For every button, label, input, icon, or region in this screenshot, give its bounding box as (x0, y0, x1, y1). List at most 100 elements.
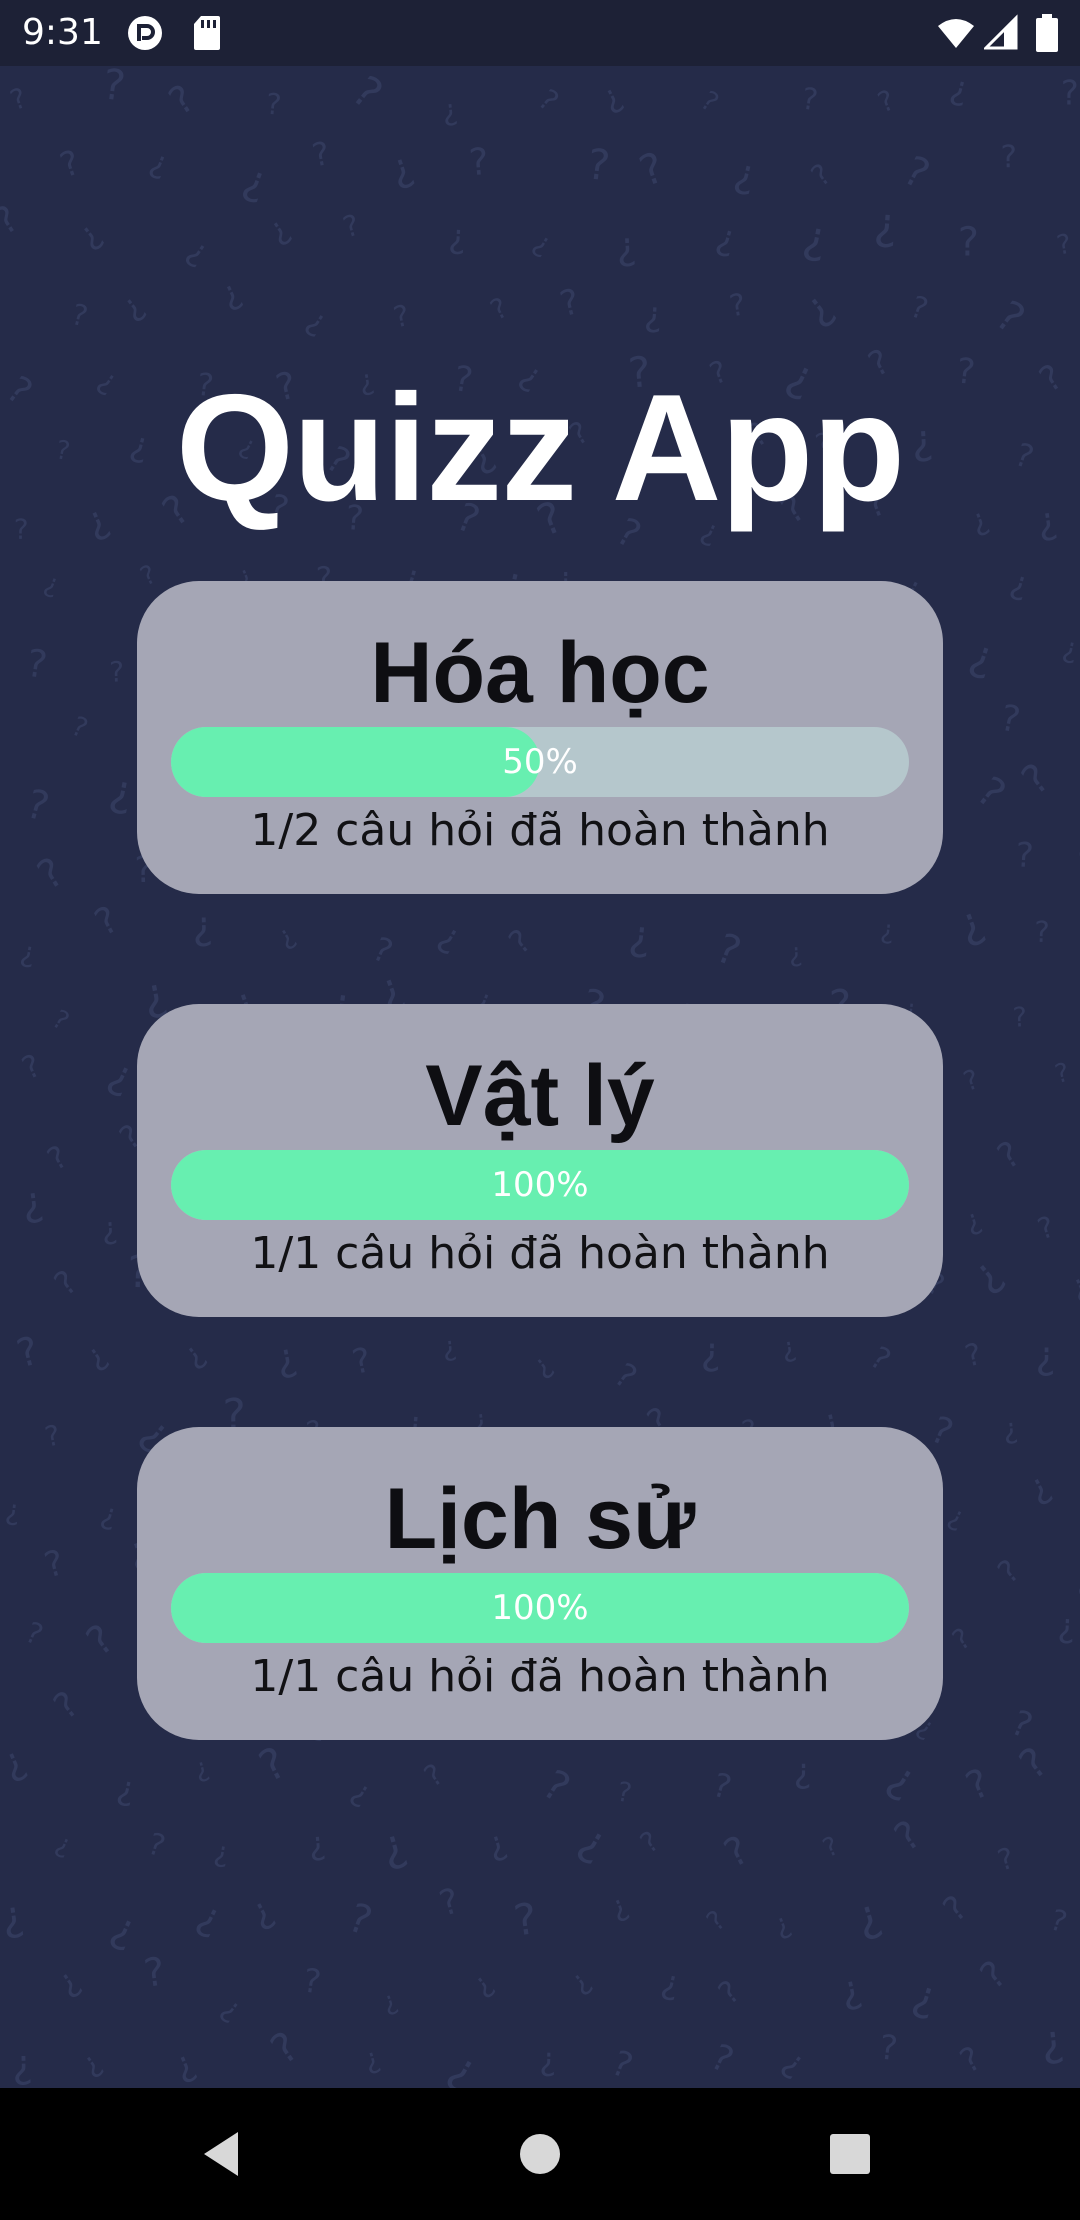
pattern-question-mark: ? (615, 1776, 635, 1809)
pattern-question-mark: ¿ (1038, 2015, 1066, 2067)
pattern-question-mark: ? (41, 1139, 74, 1178)
pattern-question-mark: ¿ (0, 1891, 27, 1942)
status-bar: 9:31 (0, 0, 1080, 66)
pattern-question-mark: ¿ (102, 1050, 141, 1101)
pattern-question-mark: ? (994, 1841, 1018, 1878)
pattern-question-mark: ¿ (114, 286, 151, 326)
pattern-question-mark: ¿ (779, 1332, 799, 1365)
home-icon[interactable] (504, 2118, 576, 2190)
pattern-question-mark: ¿ (360, 2041, 383, 2077)
pattern-question-mark: ? (873, 83, 899, 119)
pattern-question-mark: ¿ (528, 225, 558, 261)
pattern-question-mark: ? (467, 140, 490, 185)
pattern-question-mark: ¿ (880, 1752, 926, 1806)
status-time: 9:31 (22, 12, 103, 53)
pattern-question-mark: ¿ (777, 2041, 814, 2083)
pattern-question-mark: ? (21, 781, 53, 831)
pattern-question-mark: ¿ (951, 896, 990, 951)
pattern-question-mark: ¿ (212, 1835, 232, 1870)
pattern-question-mark: ? (1014, 755, 1059, 804)
pattern-question-mark: ¿ (49, 1960, 86, 2002)
pattern-question-mark: ? (946, 1621, 976, 1657)
pattern-question-mark: ? (906, 289, 932, 327)
pattern-question-mark: ¿ (769, 1906, 795, 1942)
quiz-progress-bar: 100% (171, 1150, 909, 1220)
pattern-question-mark: ? (342, 1895, 377, 1945)
pattern-question-mark: ? (556, 282, 584, 325)
pattern-question-mark: ¿ (40, 568, 63, 601)
pattern-question-mark: ¿ (961, 1202, 986, 1238)
pattern-question-mark: ¿ (965, 629, 1001, 682)
pattern-question-mark: ? (972, 1952, 1015, 1998)
pattern-question-mark: ? (877, 2028, 899, 2070)
pattern-question-mark: ? (1033, 1209, 1058, 1246)
pattern-question-mark: ¿ (168, 2043, 201, 2087)
pattern-question-mark: ¿ (106, 765, 138, 818)
pattern-question-mark: ¿ (191, 1893, 229, 1943)
pattern-question-mark: ¿ (1057, 1606, 1076, 1646)
quiz-progress-bar: 100% (171, 1573, 909, 1643)
quiz-progress-label: 100% (491, 1165, 589, 1205)
pattern-question-mark: ? (46, 1684, 86, 1728)
recents-icon[interactable] (814, 2118, 886, 2190)
pattern-question-mark: ¿ (730, 150, 760, 199)
pattern-question-mark: ¿ (571, 1815, 616, 1870)
pattern-question-mark: ? (21, 1615, 48, 1652)
quiz-progress-label: 100% (491, 1588, 589, 1628)
pattern-question-mark: ? (485, 291, 513, 327)
pattern-question-mark: ¿ (272, 1334, 300, 1381)
pattern-question-mark: ? (0, 197, 26, 244)
pattern-question-mark: ? (717, 1828, 756, 1877)
pattern-question-mark: ? (704, 2037, 739, 2082)
pattern-question-mark: ? (1015, 835, 1035, 876)
quiz-topic-name: Hóa học (370, 625, 710, 721)
pattern-question-mark: ? (1054, 229, 1074, 262)
quiz-card-lich-su[interactable]: Lịch sử 100% 1/1 câu hỏi đã hoàn thành (137, 1427, 943, 1740)
back-icon[interactable] (190, 2118, 262, 2190)
pattern-question-mark: ¿ (712, 217, 741, 261)
pattern-question-mark: ? (264, 87, 282, 122)
pattern-question-mark: ¿ (658, 1961, 684, 2003)
pattern-question-mark: ¿ (79, 1336, 113, 1375)
pattern-question-mark: ? (987, 291, 1034, 344)
pattern-question-mark: ? (712, 1974, 747, 2012)
pattern-question-mark: ? (535, 1760, 579, 1812)
pattern-question-mark: ? (309, 134, 333, 175)
pattern-question-mark: ? (349, 1340, 375, 1383)
pattern-question-mark: ¿ (595, 76, 628, 118)
pattern-question-mark: ¿ (238, 154, 275, 207)
quiz-card-hoa-hoc[interactable]: Hóa học 50% 1/2 câu hỏi đã hoàn thành (137, 581, 943, 894)
pattern-question-mark: ¿ (526, 1347, 558, 1382)
app-background: ????? ¿? ¿??? ¿?? ¿ ¿? ¿??? ¿????? ¿ ¿ ¿? ¿ ¿ ¿ ¿ ¿ ¿???… (0, 66, 1080, 2088)
pattern-question-mark: ¿ (145, 143, 173, 183)
quiz-completion-label: 1/1 câu hỏi đã hoàn thành (250, 1651, 830, 1702)
quiz-topic-name: Vật lý (425, 1048, 655, 1144)
quiz-completion-label: 1/1 câu hỏi đã hoàn thành (250, 1228, 830, 1279)
pattern-question-mark: ? (991, 1553, 1027, 1591)
pattern-question-mark: ¿ (1007, 563, 1034, 604)
pattern-question-mark: ¿ (384, 144, 418, 193)
app-title: Quizz App (175, 363, 905, 533)
pattern-question-mark: ¿ (18, 935, 38, 970)
pattern-question-mark: ¿ (605, 1887, 632, 1924)
pattern-question-mark: ? (17, 1048, 47, 1088)
pattern-question-mark: ¿ (448, 216, 468, 256)
pattern-question-mark: ? (67, 711, 92, 745)
pattern-question-mark: ¿ (1060, 631, 1080, 666)
pattern-question-mark: ¿ (101, 1211, 119, 1247)
pattern-question-mark: ? (1052, 1058, 1072, 1090)
pattern-question-mark: ? (1005, 1703, 1038, 1747)
pattern-question-mark: ¿ (272, 919, 301, 953)
pattern-question-mark: ¿ (962, 1248, 1011, 1300)
pattern-question-mark: ? (925, 1408, 959, 1455)
wifi-icon (936, 14, 976, 52)
pattern-question-mark: ? (418, 1757, 449, 1794)
quiz-card-vat-ly[interactable]: Vật lý 100% 1/1 câu hỏi đã hoàn thành (137, 1004, 943, 1317)
quiz-completion-label: 1/2 câu hỏi đã hoàn thành (250, 805, 830, 856)
pattern-question-mark: ¿ (75, 2045, 107, 2082)
pattern-question-mark: ¿ (4, 1493, 23, 1528)
pattern-question-mark: ? (532, 82, 565, 118)
pattern-question-mark: ? (710, 924, 748, 977)
pattern-question-mark: ¿ (51, 1828, 76, 1861)
pattern-question-mark: ¿ (191, 1752, 212, 1785)
